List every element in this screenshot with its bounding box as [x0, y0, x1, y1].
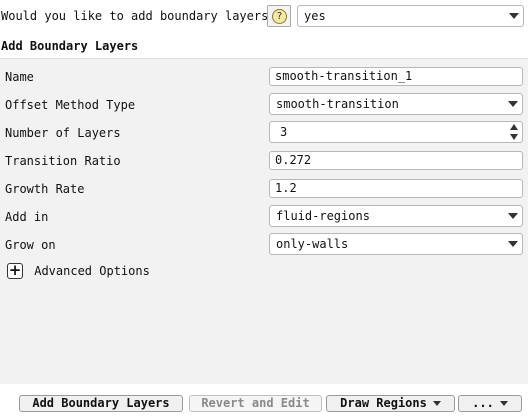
transition-ratio-label: Transition Ratio: [5, 154, 121, 168]
chevron-down-icon: [508, 213, 518, 219]
section-title: Add Boundary Layers: [1, 39, 139, 53]
more-options-button[interactable]: ...: [458, 395, 522, 412]
draw-regions-label: Draw Regions: [340, 396, 427, 410]
draw-regions-button[interactable]: Draw Regions: [326, 395, 455, 412]
name-input[interactable]: smooth-transition_1: [269, 67, 523, 86]
offset-method-label: Offset Method Type: [5, 98, 136, 112]
number-of-layers-value: 3: [280, 125, 288, 139]
help-button[interactable]: ?: [267, 5, 291, 27]
revert-and-edit-button[interactable]: Revert and Edit: [189, 395, 322, 412]
growth-rate-input[interactable]: 1.2: [269, 179, 523, 198]
transition-ratio-value: 0.272: [275, 153, 312, 167]
question-label: Would you like to add boundary layers?: [1, 9, 276, 23]
name-value: smooth-transition_1: [275, 69, 413, 83]
chevron-down-icon[interactable]: [432, 401, 441, 406]
offset-method-select[interactable]: smooth-transition: [269, 93, 523, 115]
stepper-up-icon[interactable]: [510, 124, 518, 130]
advanced-options-label: Advanced Options: [34, 264, 150, 278]
number-of-layers-label: Number of Layers: [5, 126, 121, 140]
chevron-down-icon: [499, 401, 508, 406]
more-options-label: ...: [472, 396, 494, 410]
chevron-down-icon: [508, 241, 518, 247]
advanced-options-toggle[interactable]: + Advanced Options: [7, 263, 150, 281]
add-boundary-layers-value: yes: [304, 9, 326, 23]
number-stepper[interactable]: [510, 123, 520, 141]
boundary-layer-question-row: Would you like to add boundary layers? ?…: [0, 0, 531, 32]
grow-on-select[interactable]: only-walls: [269, 233, 523, 255]
offset-method-value: smooth-transition: [276, 97, 399, 111]
add-in-select[interactable]: fluid-regions: [269, 205, 523, 227]
chevron-down-icon: [508, 101, 518, 107]
growth-rate-value: 1.2: [275, 181, 297, 195]
add-in-label: Add in: [5, 210, 49, 224]
grow-on-label: Grow on: [5, 238, 56, 252]
stepper-down-icon[interactable]: [510, 134, 518, 140]
expand-plus-icon[interactable]: +: [7, 263, 23, 279]
transition-ratio-input[interactable]: 0.272: [269, 151, 523, 170]
boundary-layers-panel: Name smooth-transition_1 Offset Method T…: [0, 58, 528, 384]
grow-on-value: only-walls: [276, 237, 349, 251]
chevron-down-icon: [509, 13, 519, 19]
name-label: Name: [5, 70, 34, 84]
growth-rate-label: Growth Rate: [5, 182, 85, 196]
add-in-value: fluid-regions: [276, 209, 370, 223]
help-icon: ?: [272, 9, 287, 24]
action-bar: Add Boundary Layers Revert and Edit Draw…: [0, 391, 531, 416]
number-of-layers-input[interactable]: 3: [269, 121, 523, 143]
add-boundary-layers-select[interactable]: yes: [297, 5, 524, 27]
add-boundary-layers-button[interactable]: Add Boundary Layers: [19, 395, 183, 412]
